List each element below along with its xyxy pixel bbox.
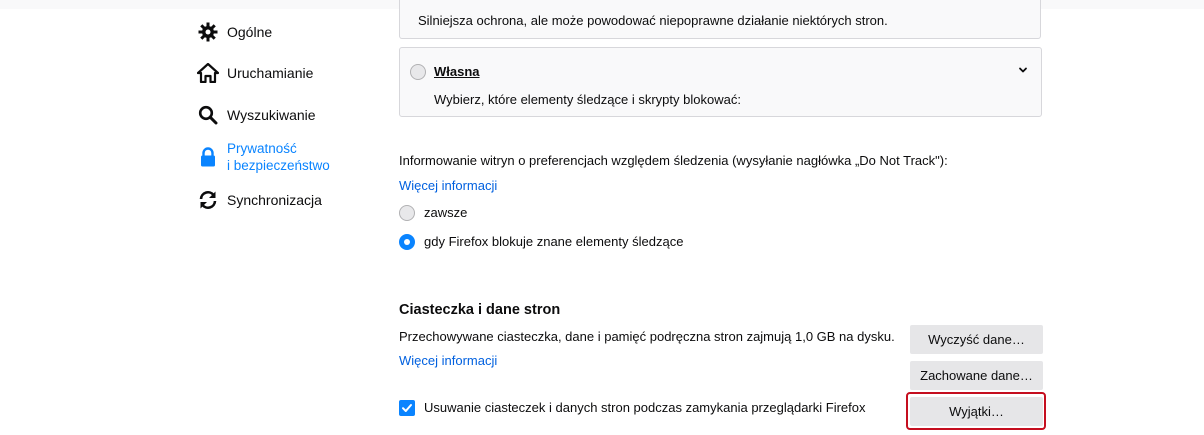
sidebar-item-label: Synchronizacja bbox=[227, 192, 322, 208]
dnt-when-blocking-radio[interactable] bbox=[399, 234, 415, 250]
sidebar-item-search[interactable]: Wyszukiwanie bbox=[197, 104, 316, 126]
chevron-down-icon[interactable] bbox=[1018, 63, 1028, 78]
home-icon bbox=[197, 62, 219, 84]
custom-tracking-card: Własna Wybierz, które elementy śledzące … bbox=[399, 47, 1042, 117]
sidebar-item-label: Uruchamianie bbox=[227, 65, 314, 81]
search-icon bbox=[197, 104, 219, 126]
sync-icon bbox=[197, 189, 219, 211]
dnt-description: Informowanie witryn o preferencjach wzgl… bbox=[399, 153, 948, 168]
custom-radio[interactable] bbox=[410, 64, 426, 80]
delete-on-close-checkbox[interactable] bbox=[399, 400, 415, 416]
clear-data-button[interactable]: Wyczyść dane… bbox=[910, 325, 1043, 354]
dnt-always-label[interactable]: zawsze bbox=[424, 204, 467, 222]
strict-tracking-card: Silniejsza ochrona, ale może powodować n… bbox=[399, 0, 1041, 39]
sidebar-item-sync[interactable]: Synchronizacja bbox=[197, 189, 322, 211]
manage-data-button[interactable]: Zachowane dane… bbox=[910, 361, 1043, 390]
dnt-always-radio[interactable] bbox=[399, 205, 415, 221]
dnt-more-info-link[interactable]: Więcej informacji bbox=[399, 177, 497, 195]
sidebar-item-startup[interactable]: Uruchamianie bbox=[197, 62, 313, 84]
sidebar-item-general[interactable]: Ogólne bbox=[197, 21, 272, 43]
cookies-description: Przechowywane ciasteczka, dane i pamięć … bbox=[399, 329, 895, 344]
checkmark-icon bbox=[402, 404, 412, 412]
sidebar-item-privacy[interactable]: Prywatność i bezpieczeństwo bbox=[197, 140, 330, 174]
lock-icon bbox=[197, 146, 219, 168]
cookies-heading: Ciasteczka i dane stron bbox=[399, 302, 561, 318]
delete-on-close-label[interactable]: Usuwanie ciasteczek i danych stron podcz… bbox=[424, 399, 865, 417]
custom-label[interactable]: Własna bbox=[434, 63, 480, 81]
sidebar-item-label: Wyszukiwanie bbox=[227, 107, 316, 123]
strict-description: Silniejsza ochrona, ale może powodować n… bbox=[418, 13, 888, 28]
gear-icon bbox=[197, 21, 219, 43]
dnt-when-blocking-label[interactable]: gdy Firefox blokuje znane elementy śledz… bbox=[424, 233, 683, 251]
sidebar-item-label: Ogólne bbox=[227, 24, 273, 40]
sidebar-item-label: Prywatność i bezpieczeństwo bbox=[227, 141, 330, 173]
custom-description: Wybierz, które elementy śledzące i skryp… bbox=[434, 92, 741, 107]
cookies-more-info-link[interactable]: Więcej informacji bbox=[399, 352, 497, 370]
exceptions-highlight-box bbox=[906, 392, 1046, 430]
